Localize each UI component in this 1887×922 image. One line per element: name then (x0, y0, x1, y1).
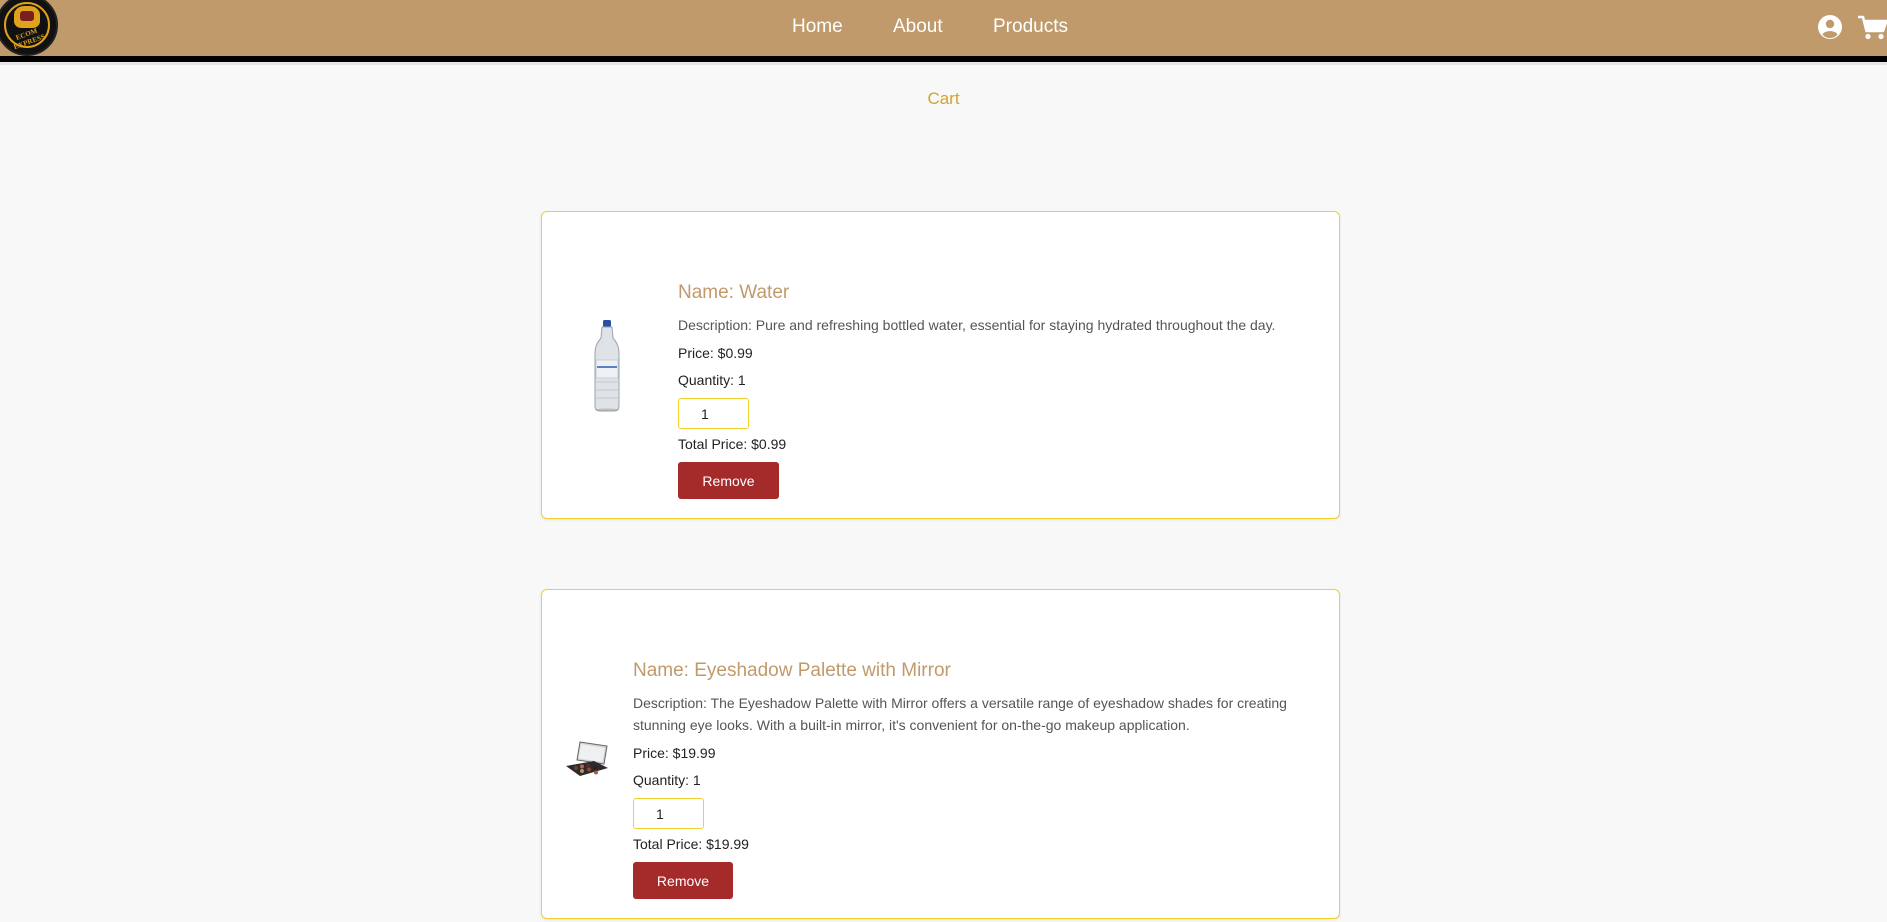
cart-item-info: Name: Water Description: Pure and refres… (678, 282, 1318, 499)
remove-button[interactable]: Remove (633, 862, 733, 899)
item-total-price: Total Price: $19.99 (633, 836, 749, 852)
item-name: Name: Water (678, 282, 790, 303)
page-title: Cart (927, 89, 960, 108)
quantity-input[interactable] (633, 798, 704, 829)
item-total-price: Total Price: $0.99 (678, 436, 787, 452)
navbar: ECOM EXPRESS Home About Products (0, 0, 1887, 65)
item-price: Price: $19.99 (633, 745, 716, 761)
user-circle-icon[interactable] (1816, 13, 1844, 41)
item-name: Name: Eyeshadow Palette with Mirror (633, 660, 951, 681)
nav-products-link[interactable]: Products (993, 16, 1068, 38)
eyeshadow-palette-image (564, 740, 610, 785)
item-description: Description: Pure and refreshing bottled… (678, 317, 1276, 333)
remove-button[interactable]: Remove (678, 462, 779, 499)
nav-links: Home About Products (0, 0, 1887, 54)
item-quantity: Quantity: 1 (678, 372, 746, 388)
item-description: Description: The Eyeshadow Palette with … (633, 695, 1287, 733)
item-quantity: Quantity: 1 (633, 772, 701, 788)
water-bottle-image (592, 320, 622, 417)
cart-item-info: Name: Eyeshadow Palette with Mirror Desc… (633, 660, 1323, 899)
nav-home-link[interactable]: Home (792, 16, 843, 38)
quantity-input[interactable] (678, 398, 749, 429)
item-price: Price: $0.99 (678, 345, 753, 361)
cart-item-card: Name: Eyeshadow Palette with Mirror Desc… (541, 589, 1340, 919)
cart-icon[interactable] (1857, 13, 1887, 41)
nav-about-link[interactable]: About (893, 16, 943, 38)
cart-item-card: Name: Water Description: Pure and refres… (541, 211, 1340, 519)
